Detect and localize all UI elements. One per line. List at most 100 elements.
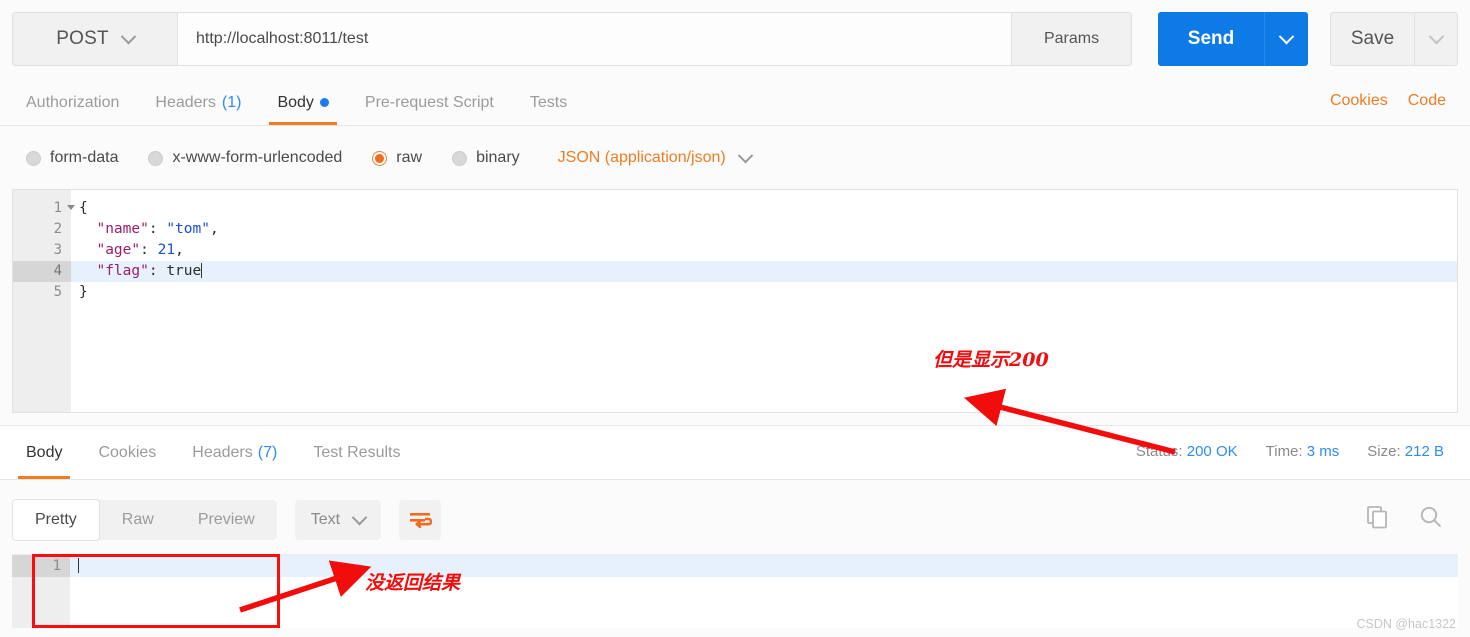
view-mode-preview[interactable]: Preview [176, 500, 277, 540]
line-number: 5 [53, 284, 62, 300]
url-text: http://localhost:8011/test [196, 30, 369, 47]
response-tab-headers[interactable]: Headers (7) [174, 427, 295, 479]
annotation-body-note: 没返回结果 [365, 572, 461, 594]
editor-code-area[interactable]: { "name": "tom", "age": 21, "flag": true… [71, 190, 1457, 412]
chevron-down-icon [120, 28, 137, 44]
chevron-down-icon [1428, 28, 1444, 44]
code-token-value: true [166, 263, 202, 279]
tab-label: Body [277, 93, 314, 111]
chevron-down-icon [351, 509, 368, 525]
search-button[interactable] [1418, 504, 1444, 530]
size-stat: Size: 212 B [1367, 443, 1444, 460]
response-stats: Status: 200 OK Time: 3 ms Size: 212 B [1136, 443, 1444, 460]
body-modified-dot-icon [319, 98, 329, 107]
code-line: "age": 21, [71, 240, 1457, 261]
postman-window: POST http://localhost:8011/test Params S… [0, 0, 1470, 637]
line-number: 2 [53, 221, 62, 237]
copy-icon [1367, 506, 1387, 529]
tab-label: Cookies [98, 444, 157, 461]
save-button[interactable]: Save [1330, 12, 1414, 66]
code-token: } [79, 284, 88, 300]
response-tab-cookies[interactable]: Cookies [80, 427, 174, 479]
send-options-button[interactable] [1264, 12, 1308, 66]
body-type-label: x-www-form-urlencoded [172, 149, 343, 166]
line-number-active: 4 [13, 261, 71, 282]
url-input[interactable]: http://localhost:8011/test [178, 12, 1012, 66]
chevron-down-icon [737, 147, 754, 163]
response-tab-body[interactable]: Body [8, 427, 80, 479]
line-number-text: 1 [53, 200, 62, 216]
code-token-trail: , [175, 242, 184, 258]
request-body-editor[interactable]: 1 2 3 4 5 { "name": "tom", "age": 21, "f… [12, 189, 1458, 413]
tab-label: Headers [192, 444, 253, 461]
radio-icon[interactable] [452, 150, 468, 166]
body-type-label: binary [476, 149, 520, 166]
send-label: Send [1187, 28, 1235, 49]
response-toolbar: Pretty Raw Preview Text [0, 490, 1470, 550]
tab-count: (7) [257, 444, 278, 461]
view-mode-raw[interactable]: Raw [100, 500, 176, 540]
chevron-down-icon [1278, 28, 1295, 44]
response-format-label: Text [310, 511, 341, 528]
content-type-selector[interactable]: JSON (application/json) [557, 147, 754, 167]
http-method-selector[interactable]: POST [12, 12, 178, 66]
text-cursor [78, 558, 79, 573]
code-line: "name": "tom", [71, 219, 1457, 240]
view-mode-pretty[interactable]: Pretty [12, 499, 100, 541]
content-type-label: JSON (application/json) [557, 149, 726, 166]
tab-label: Pre-request Script [364, 93, 494, 111]
code-token-sep: : [148, 221, 167, 237]
tab-tests[interactable]: Tests [512, 80, 585, 125]
line-number: 1 [13, 198, 75, 219]
status-stat: Status: 200 OK [1136, 443, 1238, 460]
text-cursor [201, 263, 203, 278]
status-label: Status: [1135, 443, 1183, 460]
params-button[interactable]: Params [1012, 12, 1132, 66]
code-link[interactable]: Code [1408, 92, 1446, 110]
size-label: Size: [1367, 443, 1401, 460]
response-view-mode-group: Pretty Raw Preview [12, 499, 277, 541]
tab-label: Tests [529, 93, 568, 111]
save-options-button[interactable] [1414, 12, 1458, 66]
response-format-selector[interactable]: Text [294, 500, 382, 540]
copy-button[interactable] [1364, 504, 1390, 530]
body-type-form-data[interactable]: form-data [26, 149, 118, 167]
wrap-lines-button[interactable] [399, 500, 442, 540]
response-tab-test-results[interactable]: Test Results [295, 427, 418, 479]
body-type-urlencoded[interactable]: x-www-form-urlencoded [148, 149, 342, 167]
code-line-active: "flag": true [71, 261, 1457, 282]
body-type-label: raw [396, 149, 423, 166]
tab-label: Body [26, 444, 63, 461]
code-line: { [71, 198, 1457, 219]
cookies-link[interactable]: Cookies [1330, 92, 1388, 110]
tab-pre-request-script[interactable]: Pre-request Script [347, 80, 512, 125]
body-type-raw[interactable]: raw [372, 149, 422, 167]
radio-icon[interactable] [148, 150, 164, 166]
body-type-row: form-data x-www-form-urlencoded raw bina… [0, 134, 1470, 182]
radio-icon-selected[interactable] [372, 150, 388, 166]
save-button-group: Save [1330, 12, 1458, 66]
response-gutter: 1 [12, 555, 70, 628]
http-method-label: POST [56, 28, 109, 49]
code-token-sep: : [140, 242, 158, 258]
tab-label: Authorization [26, 93, 120, 111]
code-token-key: "flag" [96, 263, 149, 279]
request-url-bar: POST http://localhost:8011/test Params S… [12, 12, 1458, 66]
radio-icon[interactable] [26, 150, 41, 166]
code-token: { [79, 200, 88, 216]
response-code-line [70, 555, 1458, 577]
code-token-value: "tom" [166, 221, 210, 237]
response-actions [1364, 504, 1444, 530]
request-tab-bar: Authorization Headers (1) Body Pre-reque… [0, 80, 1470, 126]
code-line: } [71, 282, 1457, 303]
tab-authorization[interactable]: Authorization [8, 80, 137, 125]
wrap-lines-icon [410, 513, 433, 529]
fold-arrow-icon[interactable] [67, 205, 75, 210]
body-type-binary[interactable]: binary [452, 149, 520, 167]
response-code-area[interactable] [70, 555, 1458, 628]
send-button[interactable]: Send [1158, 12, 1264, 66]
tab-body[interactable]: Body [259, 80, 346, 125]
params-label: Params [1043, 30, 1100, 47]
tab-headers[interactable]: Headers (1) [137, 80, 259, 125]
response-body-viewer[interactable]: 1 [12, 554, 1458, 628]
